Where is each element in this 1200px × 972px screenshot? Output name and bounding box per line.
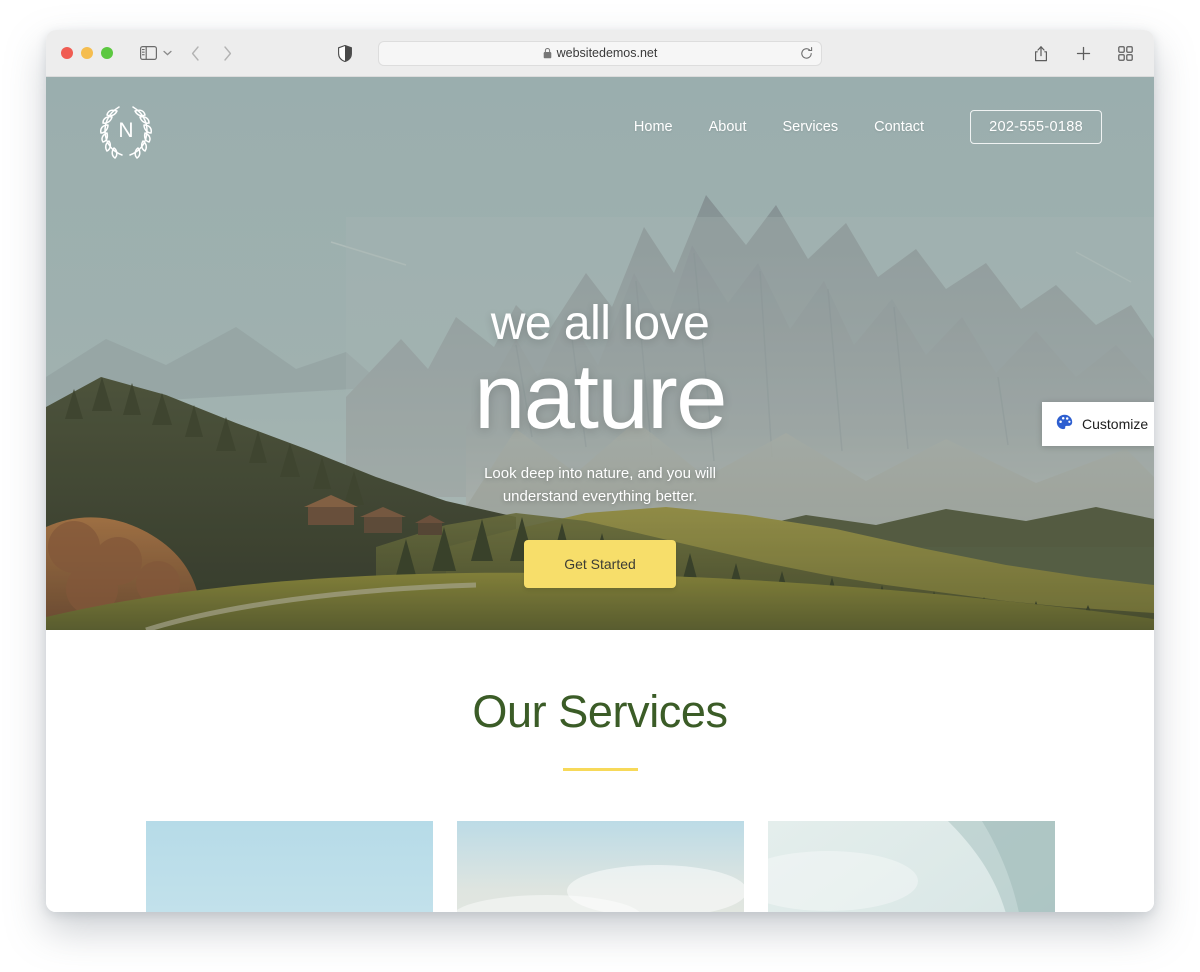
- maximize-window-button[interactable]: [101, 47, 113, 59]
- laurel-wreath-logo[interactable]: N: [96, 98, 156, 160]
- toolbar-right-tools: [1028, 40, 1138, 66]
- site-header: N Home About Services Contact 202-555-01…: [46, 77, 1154, 177]
- snow-mountain-image: [145, 821, 433, 912]
- lock-icon: [543, 47, 552, 59]
- forward-arrow-icon[interactable]: [214, 40, 240, 66]
- privacy-shield-icon[interactable]: [332, 40, 358, 66]
- plus-icon[interactable]: [1070, 40, 1096, 66]
- hero-subtitle-line-1: Look deep into nature, and you will: [484, 465, 716, 483]
- hero-heading-line-2: nature: [474, 346, 727, 449]
- customize-widget[interactable]: Customize: [1042, 402, 1154, 446]
- nav-item-services[interactable]: Services: [765, 111, 857, 143]
- services-title: Our Services: [472, 686, 728, 737]
- misty-mountain-image: [456, 821, 744, 912]
- nav-item-about[interactable]: About: [691, 111, 765, 143]
- sidebar-toggle-group[interactable]: [135, 40, 172, 66]
- share-icon[interactable]: [1028, 40, 1054, 66]
- browser-window: websitedemos.net N Home About Services C…: [46, 30, 1154, 912]
- navigation-arrows: [182, 40, 240, 66]
- browser-toolbar: websitedemos.net: [46, 30, 1154, 77]
- minimize-window-button[interactable]: [81, 47, 93, 59]
- hero-subtitle: Look deep into nature, and you will unde…: [46, 463, 1154, 508]
- close-window-button[interactable]: [61, 47, 73, 59]
- address-bar[interactable]: websitedemos.net: [378, 40, 822, 66]
- palette-icon: [1056, 414, 1073, 434]
- primary-navigation: Home About Services Contact 202-555-0188: [616, 110, 1102, 144]
- services-section: Our Services: [46, 630, 1154, 912]
- phone-number-button[interactable]: 202-555-0188: [970, 110, 1102, 144]
- hero-subtitle-line-2: understand everything better.: [502, 487, 698, 505]
- nav-item-home[interactable]: Home: [616, 111, 691, 143]
- title-divider: [562, 768, 638, 771]
- tab-overview-icon[interactable]: [1112, 40, 1138, 66]
- nav-item-contact[interactable]: Contact: [856, 111, 942, 143]
- window-controls: [61, 47, 113, 59]
- reload-icon[interactable]: [800, 46, 813, 60]
- customize-label: Customize: [1082, 416, 1149, 432]
- service-card-3[interactable]: [767, 821, 1055, 912]
- service-card-1[interactable]: [145, 821, 433, 912]
- get-started-button[interactable]: Get Started: [524, 540, 676, 589]
- url-text: websitedemos.net: [556, 46, 658, 60]
- service-card-2[interactable]: [456, 821, 744, 912]
- hero-heading-line-1: we all love: [490, 297, 710, 350]
- chevron-down-icon[interactable]: [163, 48, 172, 59]
- hero-content: we all love nature Look deep into nature…: [46, 297, 1154, 589]
- hero-section: N Home About Services Contact 202-555-01…: [46, 77, 1154, 630]
- sidebar-toggle-icon[interactable]: [135, 40, 161, 66]
- service-cards: [46, 821, 1154, 912]
- page-viewport: N Home About Services Contact 202-555-01…: [46, 77, 1154, 912]
- back-arrow-icon[interactable]: [182, 40, 208, 66]
- svg-text:N: N: [118, 119, 133, 142]
- clouded-sky-image: [767, 821, 1055, 912]
